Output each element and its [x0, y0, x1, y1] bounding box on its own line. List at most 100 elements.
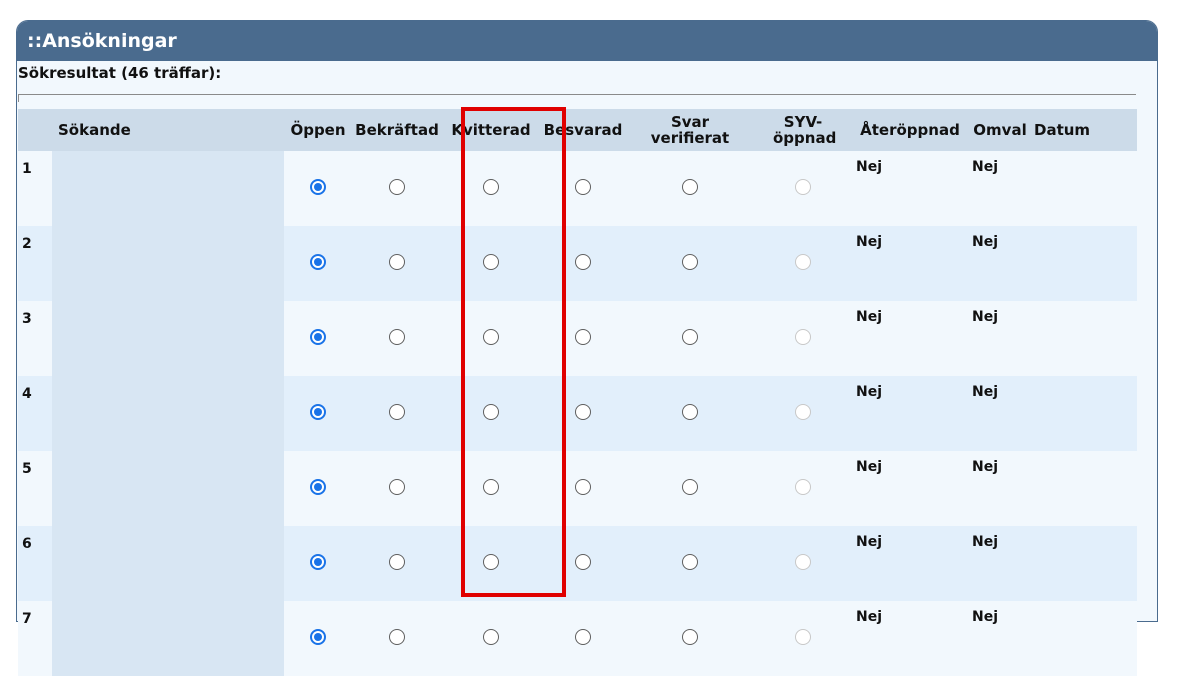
col-header-open[interactable]: Öppen — [284, 109, 352, 151]
radio-syv-opened — [795, 628, 811, 645]
radio-syv-opened — [795, 478, 811, 495]
radio-confirmed[interactable] — [389, 403, 405, 420]
date-value — [1032, 526, 1137, 601]
col-header-reopened[interactable]: Återöppnad — [852, 109, 968, 151]
radio-confirmed[interactable] — [389, 328, 405, 345]
radio-confirmed[interactable] — [389, 628, 405, 645]
reselected-value: Nej — [968, 526, 1032, 601]
status-cell-open — [284, 151, 352, 226]
reselected-value: Nej — [968, 151, 1032, 226]
radio-receipted[interactable] — [483, 403, 499, 420]
radio-answered[interactable] — [575, 553, 591, 570]
status-cell-confirmed — [352, 226, 442, 301]
reopened-value: Nej — [852, 376, 968, 451]
reselected-value: Nej — [968, 376, 1032, 451]
status-cell-answered — [540, 376, 626, 451]
reselected-value: Nej — [968, 451, 1032, 526]
col-header-date[interactable]: Datum — [1032, 109, 1137, 151]
radio-open[interactable] — [310, 553, 326, 570]
radio-open[interactable] — [310, 628, 326, 645]
radio-answer-verified[interactable] — [682, 328, 698, 345]
status-cell-receipted — [442, 151, 540, 226]
radio-answer-verified[interactable] — [682, 628, 698, 645]
radio-syv-opened — [795, 328, 811, 345]
status-cell-answer-verified — [626, 601, 754, 676]
row-number: 1 — [18, 151, 52, 226]
col-header-answer-verified[interactable]: Svar verifierat — [626, 109, 754, 151]
radio-answer-verified[interactable] — [682, 478, 698, 495]
col-header-applicant[interactable]: Sökande — [52, 109, 284, 151]
table-row: 1 Nej Nej — [18, 151, 1137, 226]
status-cell-receipted — [442, 376, 540, 451]
radio-answered[interactable] — [575, 253, 591, 270]
reopened-value: Nej — [852, 526, 968, 601]
applicant-name-cell[interactable] — [52, 151, 284, 226]
status-cell-answered — [540, 226, 626, 301]
radio-open[interactable] — [310, 403, 326, 420]
status-cell-confirmed — [352, 301, 442, 376]
status-cell-open — [284, 526, 352, 601]
radio-answer-verified[interactable] — [682, 253, 698, 270]
col-header-syv-opened-label: SYV- öppnad — [773, 113, 837, 147]
radio-confirmed[interactable] — [389, 178, 405, 195]
applicant-name-cell[interactable] — [52, 301, 284, 376]
reopened-value: Nej — [852, 451, 968, 526]
radio-open[interactable] — [310, 253, 326, 270]
radio-answer-verified[interactable] — [682, 178, 698, 195]
radio-open[interactable] — [310, 328, 326, 345]
status-cell-syv-opened — [754, 226, 852, 301]
applicant-name-cell[interactable] — [52, 226, 284, 301]
row-number: 2 — [18, 226, 52, 301]
applicant-name-cell[interactable] — [52, 451, 284, 526]
applicant-name-cell[interactable] — [52, 376, 284, 451]
col-header-receipted[interactable]: Kvitterad — [442, 109, 540, 151]
col-header-answer-verified-label: Svar verifierat — [650, 113, 730, 147]
col-header-reselected[interactable]: Omval — [968, 109, 1032, 151]
table-row: 7 Nej Nej — [18, 601, 1137, 676]
table-row: 2 Nej Nej — [18, 226, 1137, 301]
col-header-answered[interactable]: Besvarad — [540, 109, 626, 151]
status-cell-syv-opened — [754, 151, 852, 226]
status-cell-syv-opened — [754, 601, 852, 676]
radio-confirmed[interactable] — [389, 253, 405, 270]
applicant-name-cell[interactable] — [52, 526, 284, 601]
radio-receipted[interactable] — [483, 478, 499, 495]
date-value — [1032, 451, 1137, 526]
radio-answer-verified[interactable] — [682, 553, 698, 570]
col-header-confirmed[interactable]: Bekräftad — [352, 109, 442, 151]
radio-receipted[interactable] — [483, 253, 499, 270]
row-number: 5 — [18, 451, 52, 526]
radio-open[interactable] — [310, 478, 326, 495]
status-cell-open — [284, 301, 352, 376]
radio-answered[interactable] — [575, 478, 591, 495]
status-cell-confirmed — [352, 376, 442, 451]
radio-answered[interactable] — [575, 628, 591, 645]
radio-open[interactable] — [310, 178, 326, 195]
row-number: 6 — [18, 526, 52, 601]
status-cell-receipted — [442, 601, 540, 676]
date-value — [1032, 151, 1137, 226]
applicant-name-cell[interactable] — [52, 601, 284, 676]
status-cell-confirmed — [352, 451, 442, 526]
radio-receipted[interactable] — [483, 553, 499, 570]
status-cell-syv-opened — [754, 451, 852, 526]
radio-answer-verified[interactable] — [682, 403, 698, 420]
radio-confirmed[interactable] — [389, 553, 405, 570]
radio-receipted[interactable] — [483, 178, 499, 195]
date-value — [1032, 376, 1137, 451]
radio-answered[interactable] — [575, 328, 591, 345]
radio-confirmed[interactable] — [389, 478, 405, 495]
reopened-value: Nej — [852, 226, 968, 301]
radio-answered[interactable] — [575, 178, 591, 195]
radio-answered[interactable] — [575, 403, 591, 420]
col-header-syv-opened[interactable]: SYV- öppnad — [754, 109, 852, 151]
radio-receipted[interactable] — [483, 328, 499, 345]
radio-receipted[interactable] — [483, 628, 499, 645]
date-value — [1032, 601, 1137, 676]
status-cell-open — [284, 451, 352, 526]
row-number: 4 — [18, 376, 52, 451]
radio-syv-opened — [795, 253, 811, 270]
status-cell-answer-verified — [626, 526, 754, 601]
status-cell-answered — [540, 526, 626, 601]
status-cell-syv-opened — [754, 376, 852, 451]
